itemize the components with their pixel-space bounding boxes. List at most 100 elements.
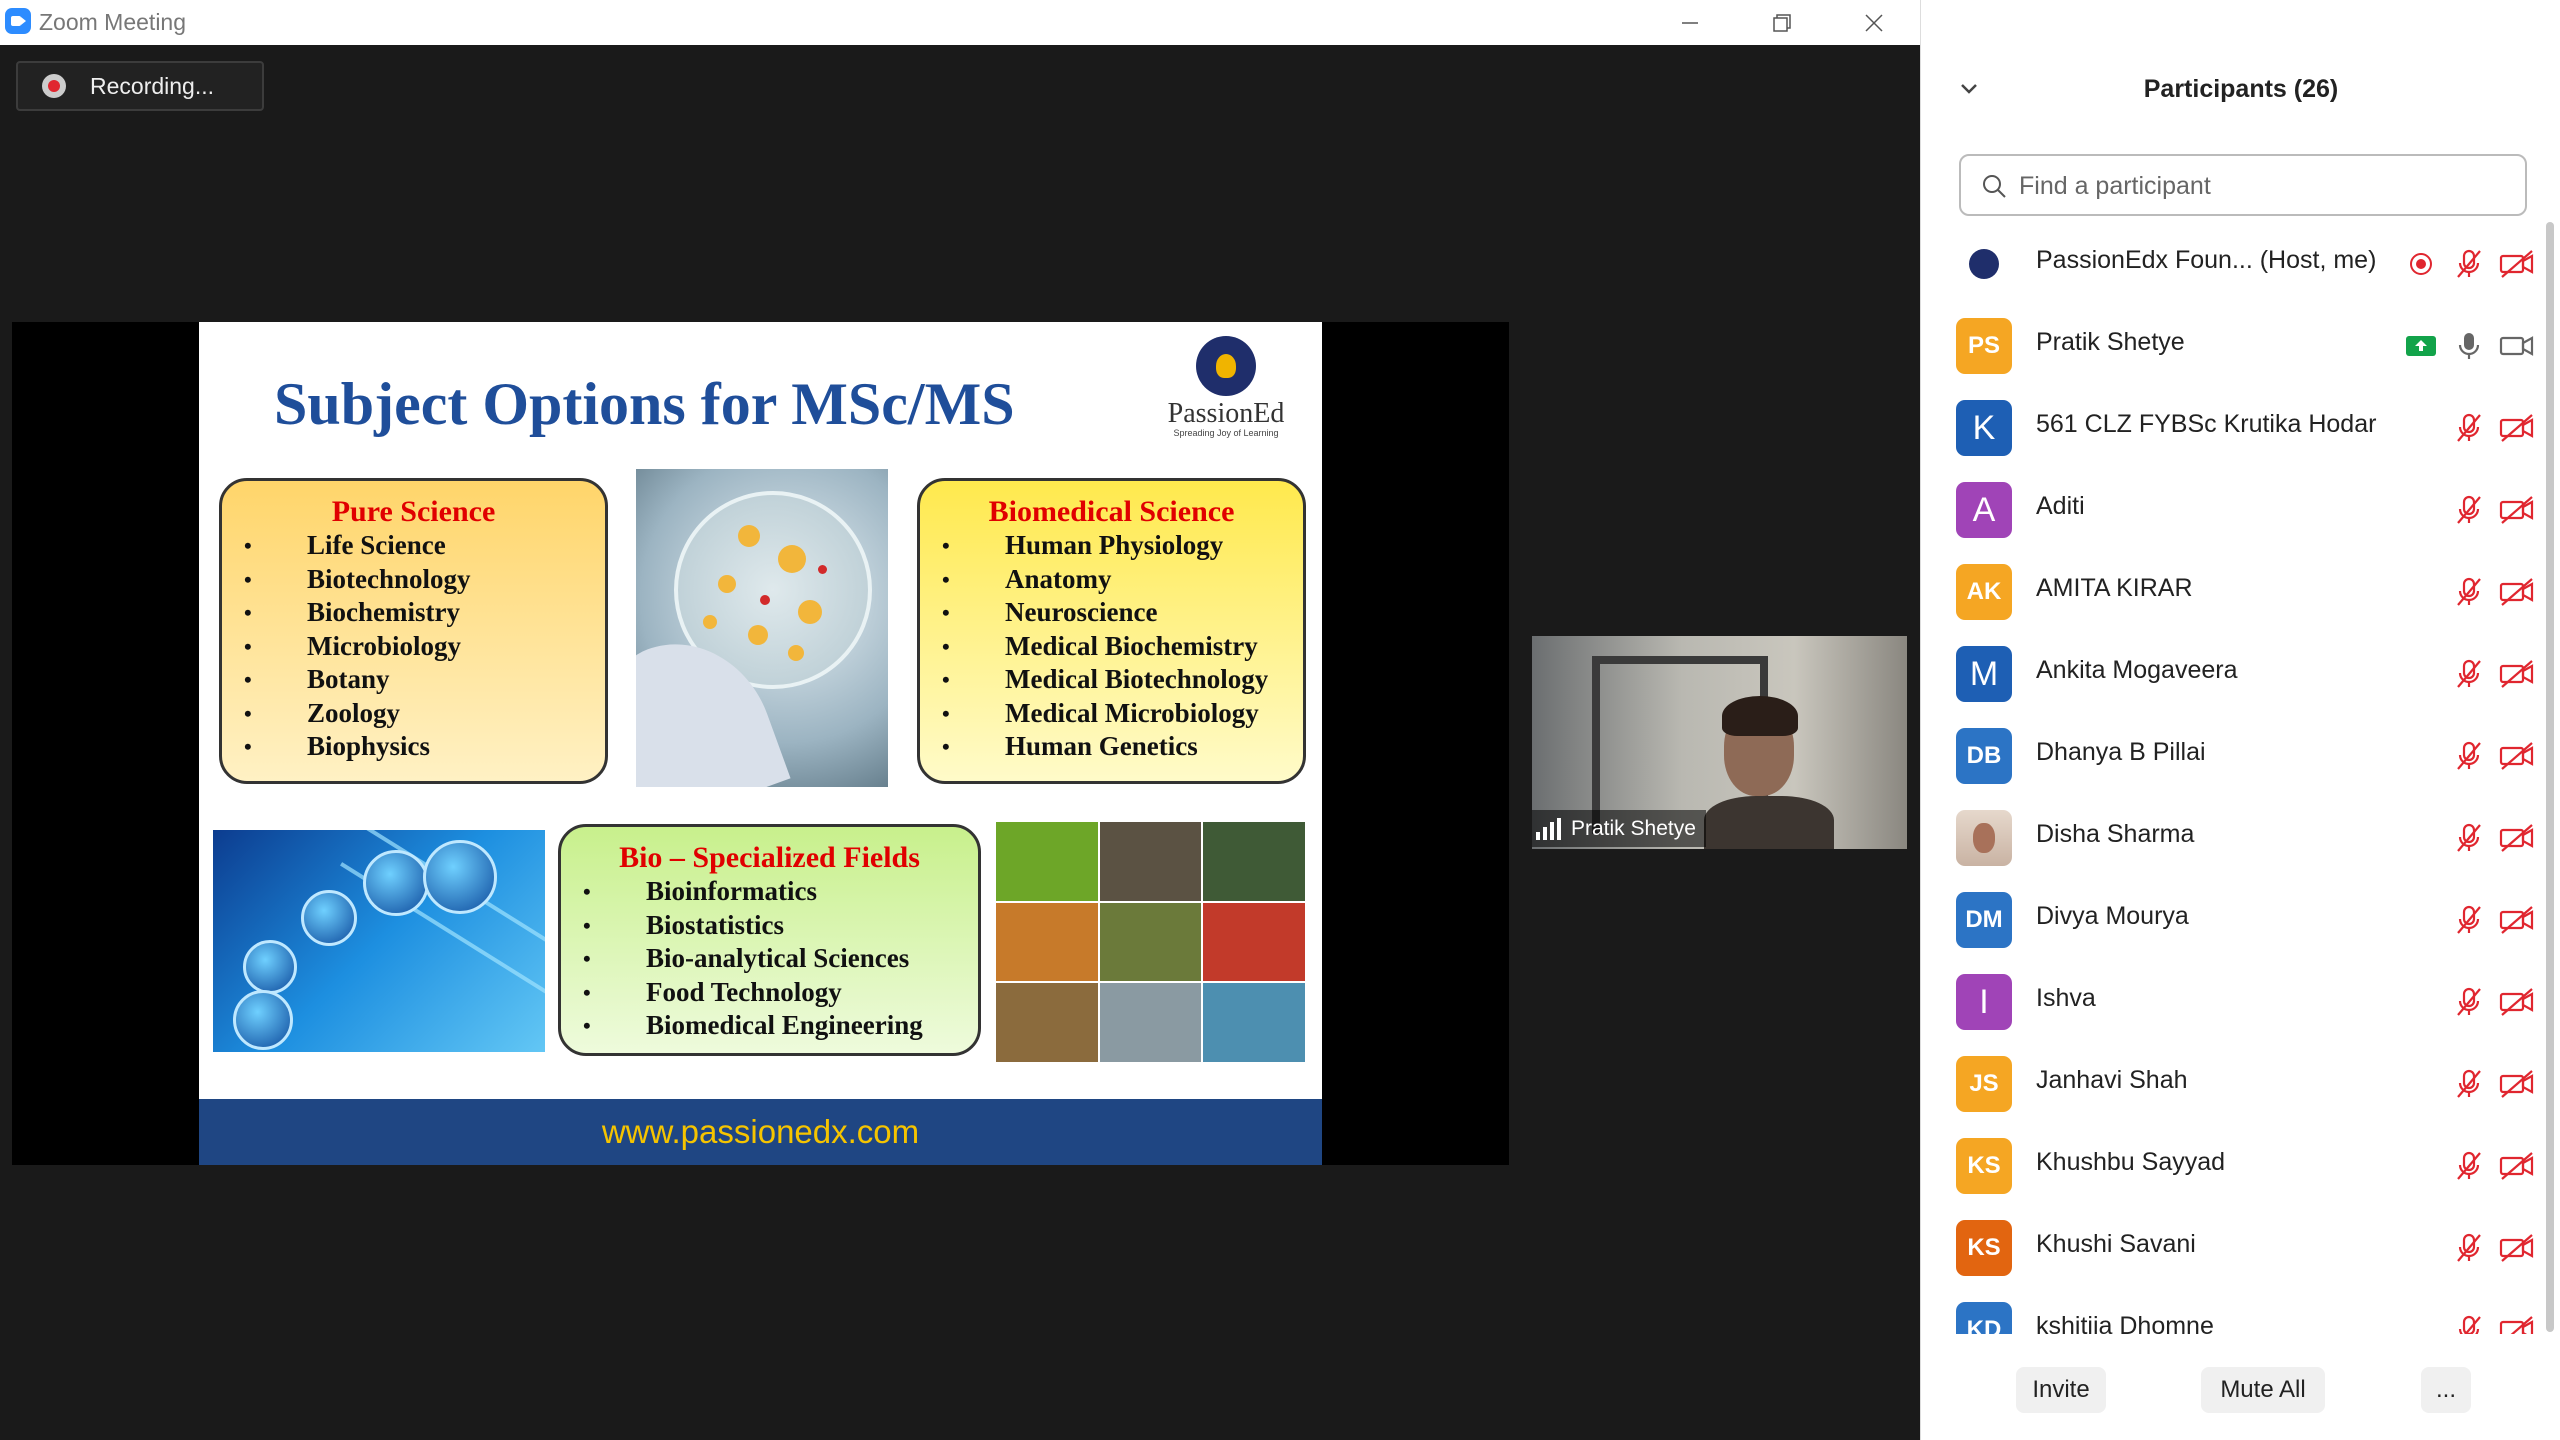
participant-row[interactable]: M Ankita Mogaveera: [1921, 632, 2541, 714]
footer-url: www.passionedx.com: [601, 1113, 920, 1150]
mic-icon[interactable]: [2445, 329, 2493, 363]
participant-row[interactable]: I Ishva: [1921, 960, 2541, 1042]
participant-avatar: KS: [1956, 1138, 2012, 1194]
screen-share-view: Subject Options for MSc/MS PassionEd Spr…: [12, 322, 1509, 1165]
mute-all-button[interactable]: Mute All: [2201, 1367, 2325, 1413]
video-off-icon[interactable]: [2493, 493, 2541, 527]
minimize-button[interactable]: [1644, 0, 1736, 45]
logo-emblem-icon: [1196, 336, 1256, 396]
participant-name: 561 CLZ FYBSc Krutika Hodar: [2036, 410, 2377, 438]
slide-title: Subject Options for MSc/MS: [274, 371, 1015, 437]
participant-status-icons: [2445, 1146, 2541, 1186]
list-item: Food Technology: [583, 976, 978, 1010]
participant-name: Khushbu Sayyad: [2036, 1148, 2226, 1176]
list-item: Bioinformatics: [583, 875, 978, 909]
participant-row[interactable]: Disha Sharma: [1921, 796, 2541, 878]
participant-row[interactable]: DB Dhanya B Pillai: [1921, 714, 2541, 796]
participant-name: Janhavi Shah: [2036, 1066, 2188, 1094]
meeting-area: Recording... Subject Options for MSc/MS …: [0, 45, 1920, 1440]
list-item: Neuroscience: [942, 596, 1303, 630]
video-off-icon[interactable]: [2493, 739, 2541, 773]
participant-row[interactable]: DM Divya Mourya: [1921, 878, 2541, 960]
participant-row[interactable]: PassionEdx Foun... (Host, me): [1921, 222, 2541, 304]
participant-row[interactable]: KS Khushbu Sayyad: [1921, 1124, 2541, 1206]
mic-muted-icon[interactable]: [2445, 493, 2493, 527]
participant-row[interactable]: K 561 CLZ FYBSc Krutika Hodar: [1921, 386, 2541, 468]
search-icon: [1983, 175, 2006, 198]
list-item: Bio-analytical Sciences: [583, 942, 978, 976]
restore-button[interactable]: [1736, 0, 1828, 45]
mic-muted-icon[interactable]: [2445, 1149, 2493, 1183]
window-title: Zoom Meeting: [39, 9, 187, 35]
participant-name: Aditi: [2036, 492, 2085, 520]
invite-button[interactable]: Invite: [2016, 1367, 2106, 1413]
video-icon[interactable]: [2493, 329, 2541, 363]
participant-row[interactable]: JS Janhavi Shah: [1921, 1042, 2541, 1124]
mic-muted-icon[interactable]: [2445, 247, 2493, 281]
mic-muted-icon[interactable]: [2445, 739, 2493, 773]
participants-scrollbar[interactable]: [2545, 222, 2555, 1334]
mic-muted-icon[interactable]: [2445, 1067, 2493, 1101]
video-off-icon[interactable]: [2493, 1231, 2541, 1265]
participant-avatar: I: [1956, 974, 2012, 1030]
video-off-icon[interactable]: [2493, 247, 2541, 281]
participant-name: Divya Mourya: [2036, 902, 2189, 930]
video-off-icon[interactable]: [2493, 575, 2541, 609]
participant-video-tile[interactable]: Pratik Shetye: [1532, 636, 1907, 849]
more-options-button[interactable]: ...: [2421, 1367, 2471, 1413]
biomedical-science-list: Human Physiology Anatomy Neuroscience Me…: [920, 529, 1303, 764]
list-item: Botany: [244, 663, 605, 697]
video-off-icon[interactable]: [2493, 411, 2541, 445]
participant-name: Disha Sharma: [2036, 820, 2195, 848]
participant-row[interactable]: KD kshitija Dhomne: [1921, 1288, 2541, 1334]
signal-strength-icon: [1536, 817, 1561, 840]
video-off-icon[interactable]: [2493, 657, 2541, 691]
scrollbar-thumb[interactable]: [2546, 222, 2554, 1332]
participant-row[interactable]: A Aditi: [1921, 468, 2541, 550]
video-off-icon[interactable]: [2493, 903, 2541, 937]
mic-muted-icon[interactable]: [2445, 657, 2493, 691]
participant-status-icons: [2445, 654, 2541, 694]
mic-muted-icon[interactable]: [2445, 903, 2493, 937]
mic-muted-icon[interactable]: [2445, 1313, 2493, 1334]
video-off-icon[interactable]: [2493, 985, 2541, 1019]
participant-avatar: AK: [1956, 564, 2012, 620]
participant-row[interactable]: AK AMITA KIRAR: [1921, 550, 2541, 632]
participant-avatar: DM: [1956, 892, 2012, 948]
screen-share-icon: [2397, 335, 2445, 357]
list-item: Life Science: [244, 529, 605, 563]
participant-name: Ankita Mogaveera: [2036, 656, 2238, 684]
participant-avatar: KS: [1956, 1220, 2012, 1276]
video-off-icon[interactable]: [2493, 821, 2541, 855]
participant-row[interactable]: KS Khushi Savani: [1921, 1206, 2541, 1288]
participants-list: PassionEdx Foun... (Host, me) PS Pratik Sh…: [1921, 222, 2541, 1334]
window-controls: [1644, 0, 1920, 45]
video-off-icon[interactable]: [2493, 1313, 2541, 1334]
mic-muted-icon[interactable]: [2445, 1231, 2493, 1265]
search-input[interactable]: [2017, 166, 2501, 206]
mic-muted-icon[interactable]: [2445, 575, 2493, 609]
mic-muted-icon[interactable]: [2445, 411, 2493, 445]
recording-label: Recording...: [90, 72, 215, 99]
pure-science-list: Life Science Biotechnology Biochemistry …: [222, 529, 605, 764]
video-off-icon[interactable]: [2493, 1149, 2541, 1183]
mic-muted-icon[interactable]: [2445, 821, 2493, 855]
participant-status-icons: [2445, 1228, 2541, 1268]
participant-status-icons: [2445, 1310, 2541, 1334]
participant-status-icons: [2397, 326, 2541, 366]
participant-row[interactable]: PS Pratik Shetye: [1921, 304, 2541, 386]
participant-name: Khushi Savani: [2036, 1230, 2196, 1258]
close-button[interactable]: [1828, 0, 1920, 45]
participant-search[interactable]: [1959, 154, 2527, 216]
participant-status-icons: [2445, 408, 2541, 448]
mic-muted-icon[interactable]: [2445, 985, 2493, 1019]
restore-icon: [1773, 13, 1791, 32]
list-item: Zoology: [244, 697, 605, 731]
list-item: Human Physiology: [942, 529, 1303, 563]
recording-indicator[interactable]: Recording...: [16, 61, 264, 111]
petri-dish-image: [636, 469, 888, 787]
title-bar: Zoom Meeting: [0, 0, 1920, 45]
participant-status-icons: [2445, 572, 2541, 612]
participant-avatar: A: [1956, 482, 2012, 538]
video-off-icon[interactable]: [2493, 1067, 2541, 1101]
